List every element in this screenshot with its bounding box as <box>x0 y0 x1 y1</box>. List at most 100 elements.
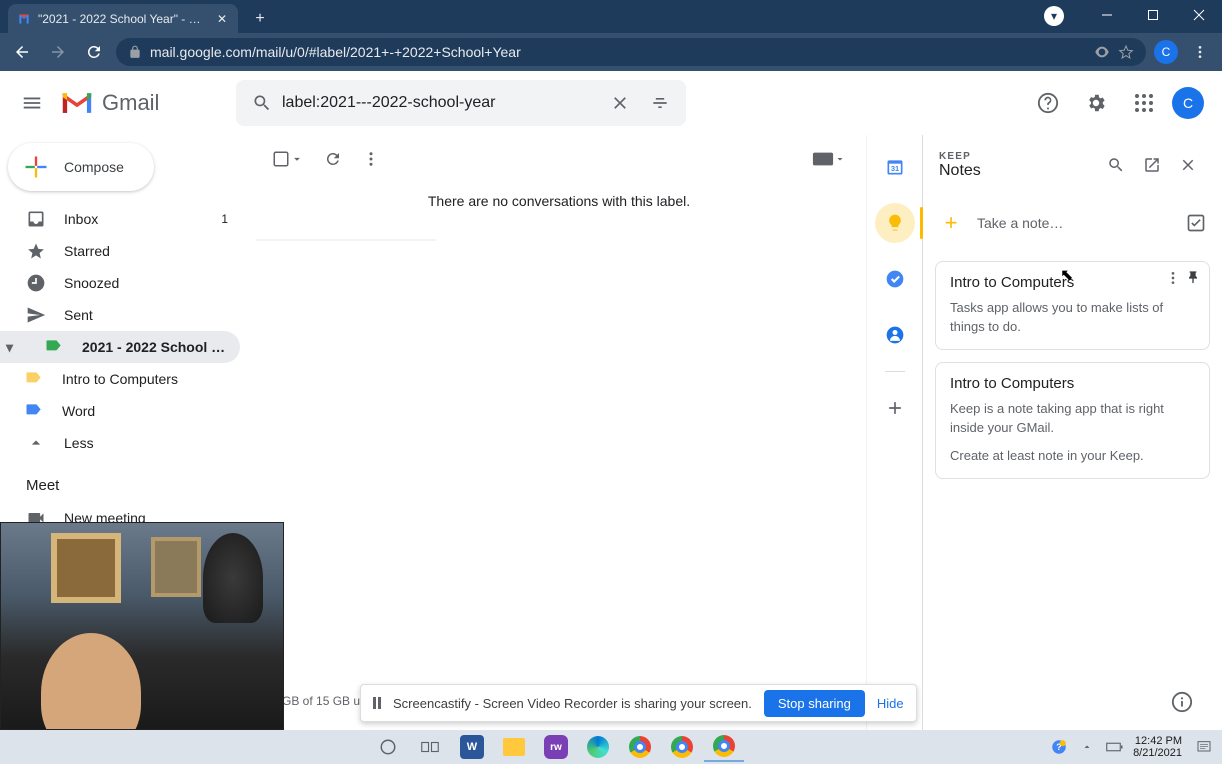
sidebar-item-school-year[interactable]: ▾ 2021 - 2022 School … <box>0 331 240 363</box>
note-title: Intro to Computers <box>950 375 1195 392</box>
browser-tab[interactable]: "2021 - 2022 School Year" - murf ✕ <box>8 4 238 33</box>
search-bar[interactable] <box>236 80 686 126</box>
sidebar-item-label: Starred <box>64 243 110 259</box>
share-message: Screencastify - Screen Video Recorder is… <box>393 696 752 711</box>
sidebar-item-intro-computers[interactable]: Intro to Computers <box>0 363 240 395</box>
forward-button[interactable] <box>44 38 72 66</box>
tray-chevron-icon[interactable] <box>1077 741 1097 753</box>
pin-icon[interactable] <box>1185 270 1201 286</box>
settings-gear-icon[interactable] <box>1076 83 1116 123</box>
gmail-logo[interactable]: Gmail <box>56 90 236 116</box>
notifications-tray-icon[interactable] <box>1194 739 1214 755</box>
sidebar-item-starred[interactable]: Starred <box>0 235 240 267</box>
note-more-icon[interactable] <box>1165 270 1181 286</box>
sidebar-item-less[interactable]: Less <box>0 427 240 459</box>
lock-icon <box>128 45 142 59</box>
tray-clock[interactable]: 12:42 PM 8/21/2021 <box>1133 735 1186 759</box>
chrome-app-icon-active[interactable] <box>704 732 744 762</box>
sidebar-item-label: Word <box>62 403 95 419</box>
take-note-input[interactable]: + Take a note… <box>939 201 1206 245</box>
minimize-button[interactable] <box>1084 0 1130 30</box>
url-bar[interactable]: mail.google.com/mail/u/0/#label/2021+-+2… <box>116 38 1146 66</box>
new-tab-button[interactable]: + <box>246 5 274 33</box>
profile-avatar[interactable]: C <box>1154 40 1178 64</box>
main-menu-button[interactable] <box>8 79 56 127</box>
search-icon[interactable] <box>242 93 282 113</box>
battery-tray-icon[interactable] <box>1105 741 1125 753</box>
hide-share-bar-button[interactable]: Hide <box>877 696 904 711</box>
keep-rail-icon[interactable] <box>875 203 915 243</box>
task-view-icon[interactable] <box>410 732 450 762</box>
keep-panel: KEEP Notes + Take a note… Intro to Compu… <box>922 135 1222 730</box>
word-app-icon[interactable]: W <box>452 732 492 762</box>
keep-brand: KEEP <box>939 151 1098 162</box>
select-all-checkbox[interactable] <box>272 150 304 168</box>
close-panel-icon[interactable] <box>1170 147 1206 183</box>
chrome-app-icon[interactable] <box>620 732 660 762</box>
cortana-icon[interactable] <box>368 732 408 762</box>
clear-search-icon[interactable] <box>600 93 640 113</box>
more-actions-icon[interactable] <box>362 150 380 168</box>
sidebar-item-label: Snoozed <box>64 275 119 291</box>
clock-icon <box>26 273 46 293</box>
support-info-icon[interactable] <box>1162 682 1202 722</box>
sidebar-item-label: Less <box>64 435 94 451</box>
scrollbar-horizontal[interactable] <box>256 239 436 241</box>
search-options-icon[interactable] <box>640 93 680 113</box>
meet-section-header: Meet <box>0 459 256 502</box>
gmail-logo-icon <box>60 90 94 116</box>
note-body: Keep is a note taking app that is right … <box>950 400 1195 438</box>
tray-time-text: 12:42 PM <box>1133 735 1182 747</box>
screen-share-bar: Screencastify - Screen Video Recorder is… <box>360 684 917 722</box>
back-button[interactable] <box>8 38 36 66</box>
reload-button[interactable] <box>80 38 108 66</box>
extension-indicator-icon[interactable]: ▾ <box>1044 6 1064 26</box>
eye-icon[interactable] <box>1094 44 1110 60</box>
compose-button[interactable]: Compose <box>8 143 154 191</box>
sidebar-item-snoozed[interactable]: Snoozed <box>0 267 240 299</box>
calendar-rail-icon[interactable]: 31 <box>875 147 915 187</box>
input-tools-icon[interactable] <box>812 151 846 167</box>
window-controls <box>1084 0 1222 30</box>
windows-taskbar: W rw ? 12:42 PM 8/21/2021 <box>0 730 1222 764</box>
maximize-button[interactable] <box>1130 0 1176 30</box>
search-input[interactable] <box>282 94 600 112</box>
tray-date-text: 8/21/2021 <box>1133 747 1182 759</box>
note-body: Create at least note in your Keep. <box>950 447 1195 466</box>
file-explorer-icon[interactable] <box>494 732 534 762</box>
readwrite-app-icon[interactable]: rw <box>536 732 576 762</box>
bookmark-star-icon[interactable] <box>1118 44 1134 60</box>
open-in-new-icon[interactable] <box>1134 147 1170 183</box>
sidebar-item-sent[interactable]: Sent <box>0 299 240 331</box>
support-icon[interactable] <box>1028 83 1068 123</box>
keep-note[interactable]: Intro to Computers Keep is a note taking… <box>935 362 1210 480</box>
keep-title: Notes <box>939 162 1098 180</box>
sidebar-item-word[interactable]: Word <box>0 395 240 427</box>
stop-sharing-button[interactable]: Stop sharing <box>764 690 865 717</box>
expand-caret-icon[interactable]: ▾ <box>6 339 26 356</box>
sidebar-item-inbox[interactable]: Inbox 1 <box>0 203 240 235</box>
new-list-icon[interactable] <box>1186 213 1206 233</box>
browser-titlebar: "2021 - 2022 School Year" - murf ✕ + ▾ <box>0 0 1222 33</box>
tab-close-icon[interactable]: ✕ <box>214 11 230 27</box>
compose-plus-icon <box>22 153 50 181</box>
take-note-plus-icon: + <box>939 210 963 236</box>
url-text: mail.google.com/mail/u/0/#label/2021+-+2… <box>150 44 1086 60</box>
chrome-app-icon-2[interactable] <box>662 732 702 762</box>
apps-grid-icon[interactable] <box>1124 83 1164 123</box>
close-window-button[interactable] <box>1176 0 1222 30</box>
contacts-rail-icon[interactable] <box>875 315 915 355</box>
chrome-menu-icon[interactable] <box>1186 38 1214 66</box>
help-tray-icon[interactable]: ? <box>1049 738 1069 756</box>
mail-content: There are no conversations with this lab… <box>256 135 866 730</box>
add-addon-icon[interactable] <box>875 388 915 428</box>
browser-address-bar: mail.google.com/mail/u/0/#label/2021+-+2… <box>0 33 1222 71</box>
tasks-rail-icon[interactable] <box>875 259 915 299</box>
account-avatar[interactable]: C <box>1172 87 1204 119</box>
keep-search-icon[interactable] <box>1098 147 1134 183</box>
edge-app-icon[interactable] <box>578 732 618 762</box>
mouse-cursor: ⬉ <box>1060 265 1073 285</box>
side-panel-rail: 31 <box>866 135 922 730</box>
pause-icon[interactable] <box>373 697 381 709</box>
refresh-button[interactable] <box>324 150 342 168</box>
